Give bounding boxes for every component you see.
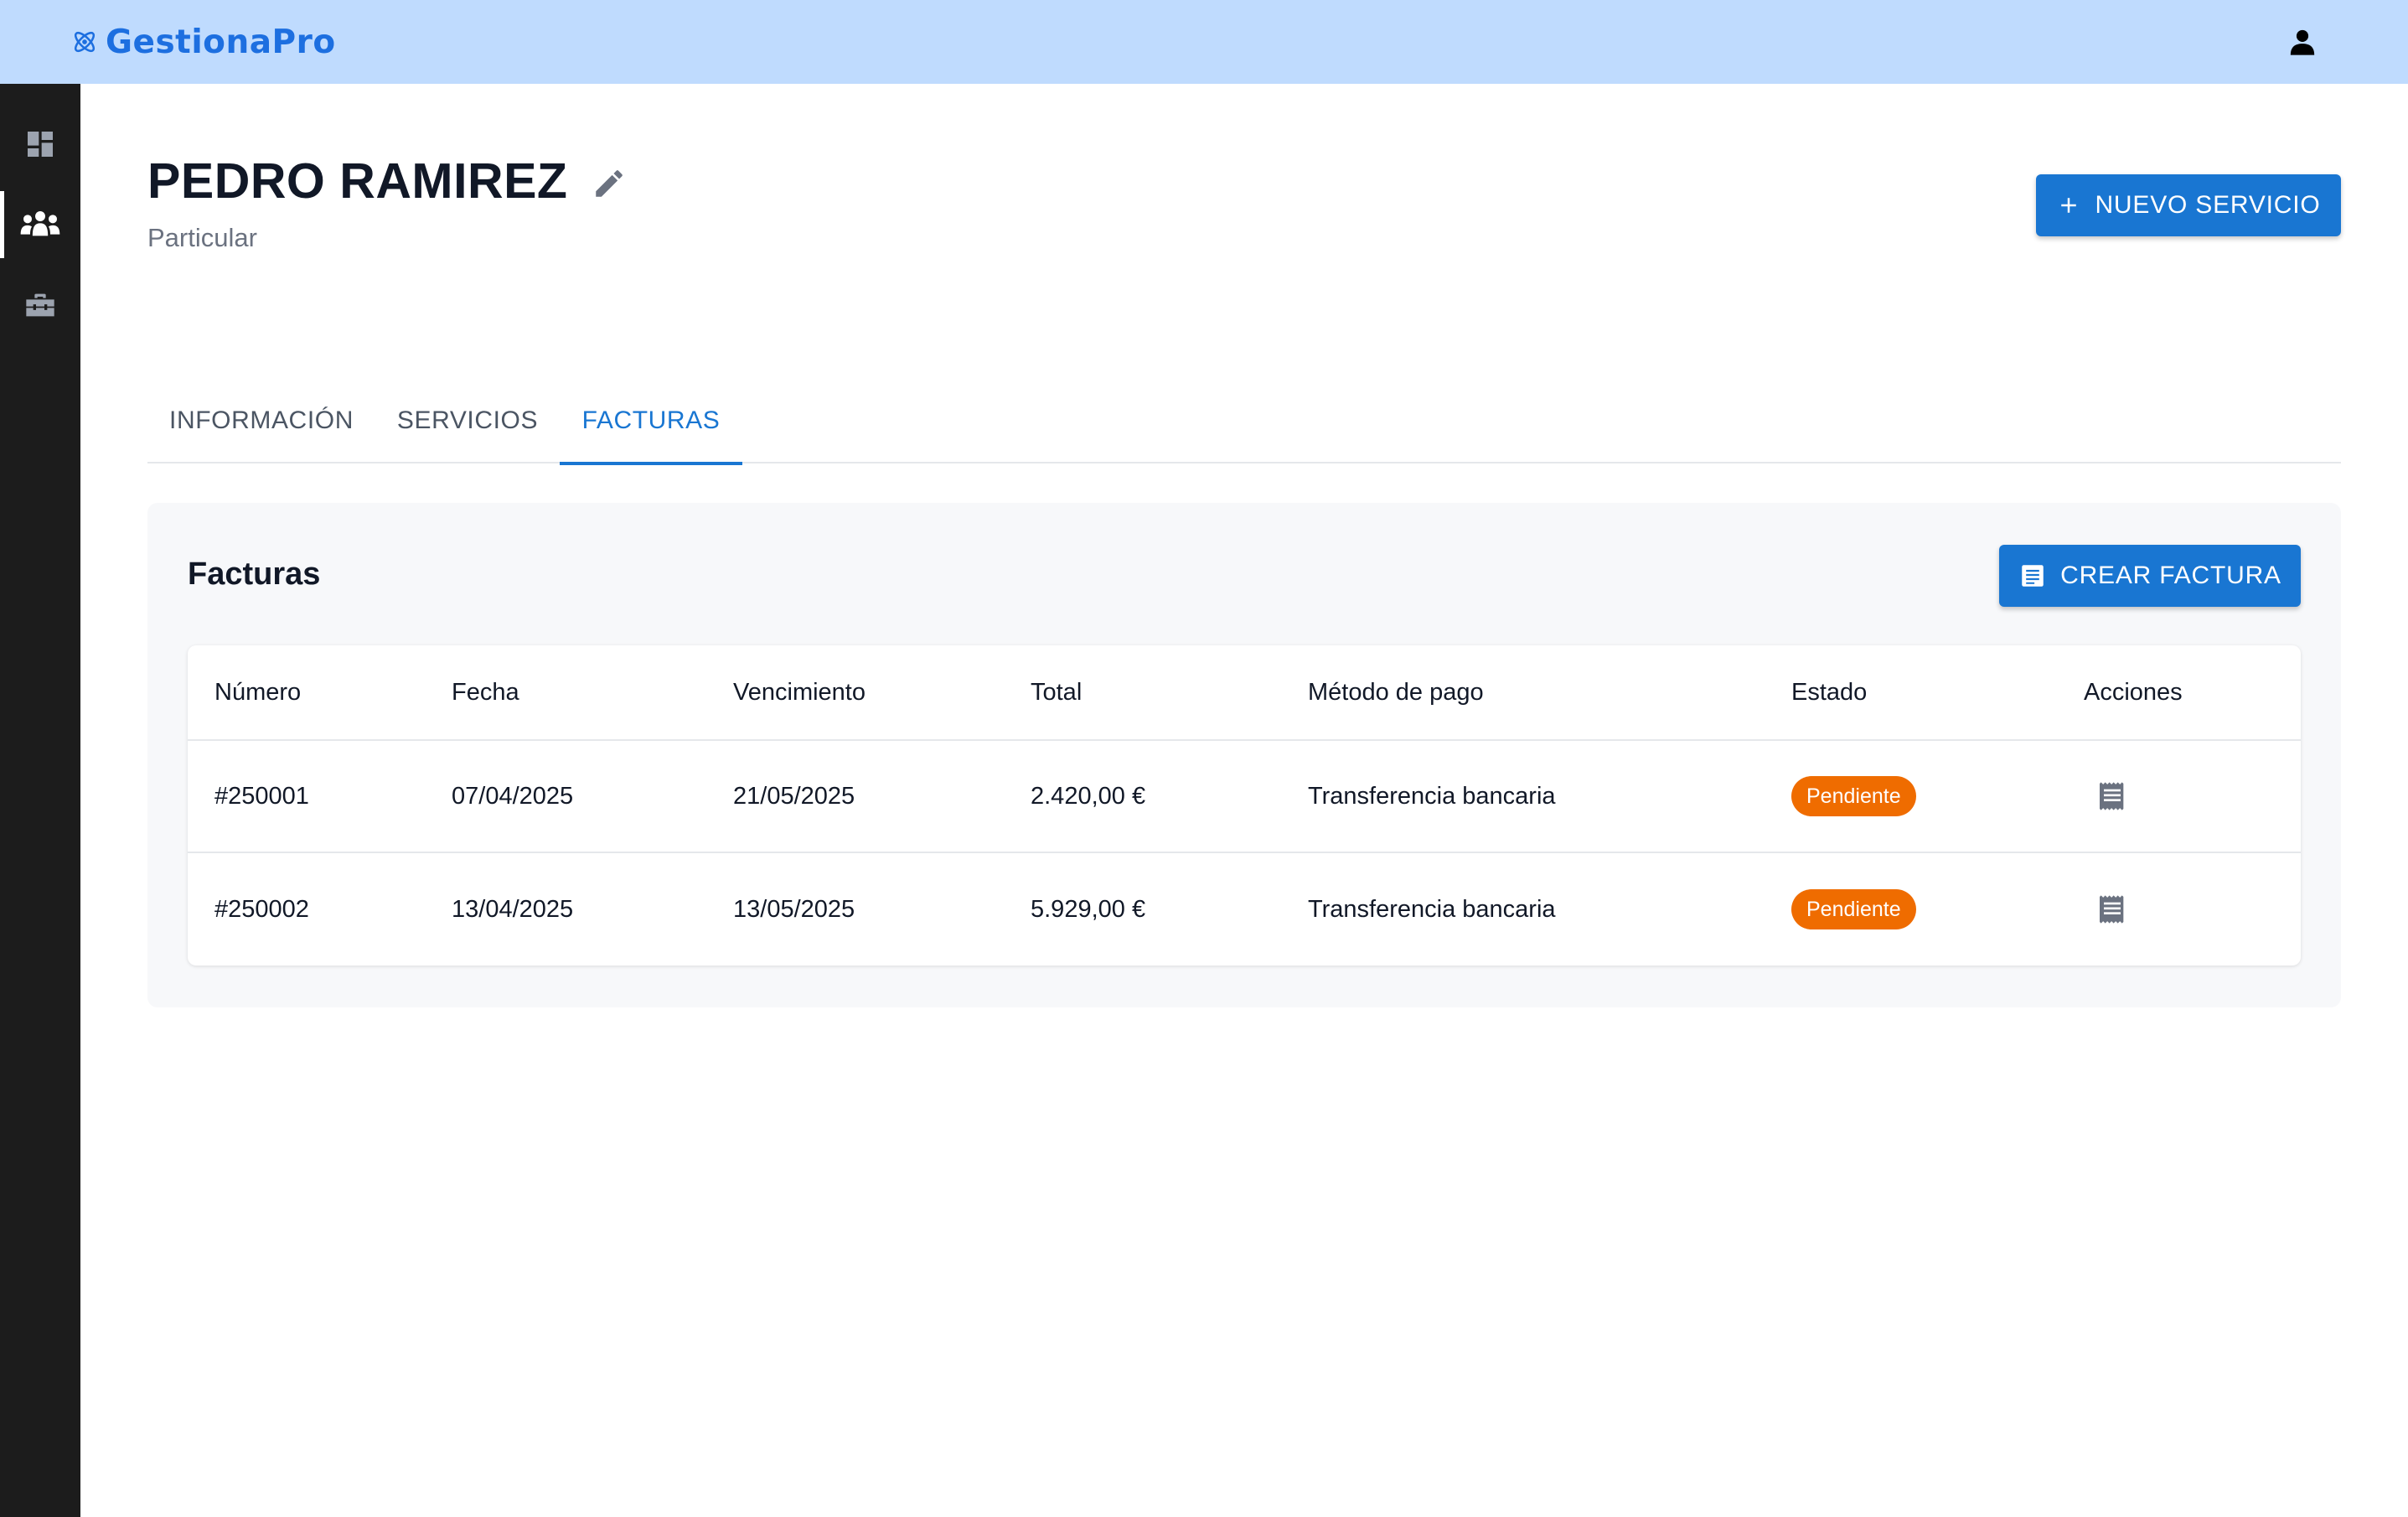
status-cell: Pendiente bbox=[1791, 741, 1916, 852]
sidebar-item-dashboard[interactable] bbox=[0, 111, 80, 178]
plus-icon bbox=[2061, 198, 2077, 213]
column-header-acciones: Acciones bbox=[2084, 678, 2183, 706]
invoice-payment-method: Transferencia bancaria bbox=[1308, 895, 1556, 923]
column-header-numero: Número bbox=[214, 678, 302, 706]
status-cell: Pendiente bbox=[1791, 853, 1916, 966]
view-invoice-button[interactable] bbox=[2090, 774, 2134, 818]
invoice-due-date: 13/05/2025 bbox=[733, 895, 855, 923]
receipt-icon bbox=[2100, 895, 2124, 924]
tab-servicios[interactable]: SERVICIOS bbox=[375, 377, 560, 463]
column-header-vencimiento: Vencimiento bbox=[733, 678, 866, 706]
sidebar-nav bbox=[0, 84, 80, 1517]
new-service-label: NUEVO SERVICIO bbox=[2095, 191, 2321, 219]
column-header-fecha: Fecha bbox=[452, 678, 519, 706]
actions-cell bbox=[2084, 741, 2134, 852]
invoice-number: #250001 bbox=[214, 782, 309, 810]
top-app-bar: GestionaPro bbox=[0, 0, 2408, 84]
table-row[interactable]: #250001 07/04/2025 21/05/2025 2.420,00 €… bbox=[188, 741, 2301, 853]
client-type: Particular bbox=[147, 223, 257, 252]
invoice-date: 13/04/2025 bbox=[452, 895, 574, 923]
brand-name: GestionaPro bbox=[106, 23, 336, 61]
table-header-row: Número Fecha Vencimiento Total Método de… bbox=[188, 645, 2301, 741]
column-header-total: Total bbox=[1031, 678, 1083, 706]
column-header-estado: Estado bbox=[1791, 678, 1868, 706]
invoice-number: #250002 bbox=[214, 895, 309, 923]
actions-cell bbox=[2084, 853, 2134, 966]
user-menu-button[interactable] bbox=[2282, 22, 2323, 62]
page-title: PEDRO RAMIREZ bbox=[147, 153, 568, 209]
edit-client-button[interactable] bbox=[586, 161, 632, 206]
toolbox-icon bbox=[26, 293, 54, 317]
table-row[interactable]: #250002 13/04/2025 13/05/2025 5.929,00 €… bbox=[188, 853, 2301, 966]
atom-icon bbox=[74, 31, 96, 53]
status-badge: Pendiente bbox=[1791, 889, 1916, 929]
invoice-total: 5.929,00 € bbox=[1031, 895, 1146, 923]
create-invoice-button[interactable]: CREAR FACTURA bbox=[1999, 545, 2301, 607]
status-badge: Pendiente bbox=[1791, 776, 1916, 816]
brand-logo[interactable]: GestionaPro bbox=[70, 22, 336, 62]
create-invoice-label: CREAR FACTURA bbox=[2060, 562, 2281, 589]
view-invoice-button[interactable] bbox=[2090, 888, 2134, 931]
invoice-total: 2.420,00 € bbox=[1031, 782, 1146, 810]
invoice-date: 07/04/2025 bbox=[452, 782, 574, 810]
invoices-table: Número Fecha Vencimiento Total Método de… bbox=[188, 645, 2301, 966]
invoice-due-date: 21/05/2025 bbox=[733, 782, 855, 810]
invoices-panel: Facturas CREAR FACTURA Número Fecha Venc… bbox=[147, 503, 2341, 1007]
receipt-icon bbox=[2022, 565, 2044, 587]
user-icon bbox=[2290, 29, 2315, 55]
column-header-metodo-pago: Método de pago bbox=[1308, 678, 1484, 706]
invoice-payment-method: Transferencia bancaria bbox=[1308, 782, 1556, 810]
sidebar-item-services[interactable] bbox=[0, 272, 80, 339]
pencil-icon bbox=[596, 170, 623, 197]
sidebar-item-clients[interactable] bbox=[0, 191, 80, 258]
tab-informacion[interactable]: INFORMACIÓN bbox=[147, 377, 375, 463]
client-tabs: INFORMACIÓN SERVICIOS FACTURAS bbox=[147, 377, 2341, 465]
main-content: PEDRO RAMIREZ Particular NUEVO SERVICIO … bbox=[80, 84, 2408, 1517]
new-service-button[interactable]: NUEVO SERVICIO bbox=[2036, 174, 2341, 236]
group-icon bbox=[20, 211, 60, 236]
dashboard-icon bbox=[28, 132, 53, 157]
invoices-title: Facturas bbox=[188, 557, 321, 592]
receipt-icon bbox=[2100, 782, 2124, 810]
tab-facturas[interactable]: FACTURAS bbox=[560, 377, 742, 465]
